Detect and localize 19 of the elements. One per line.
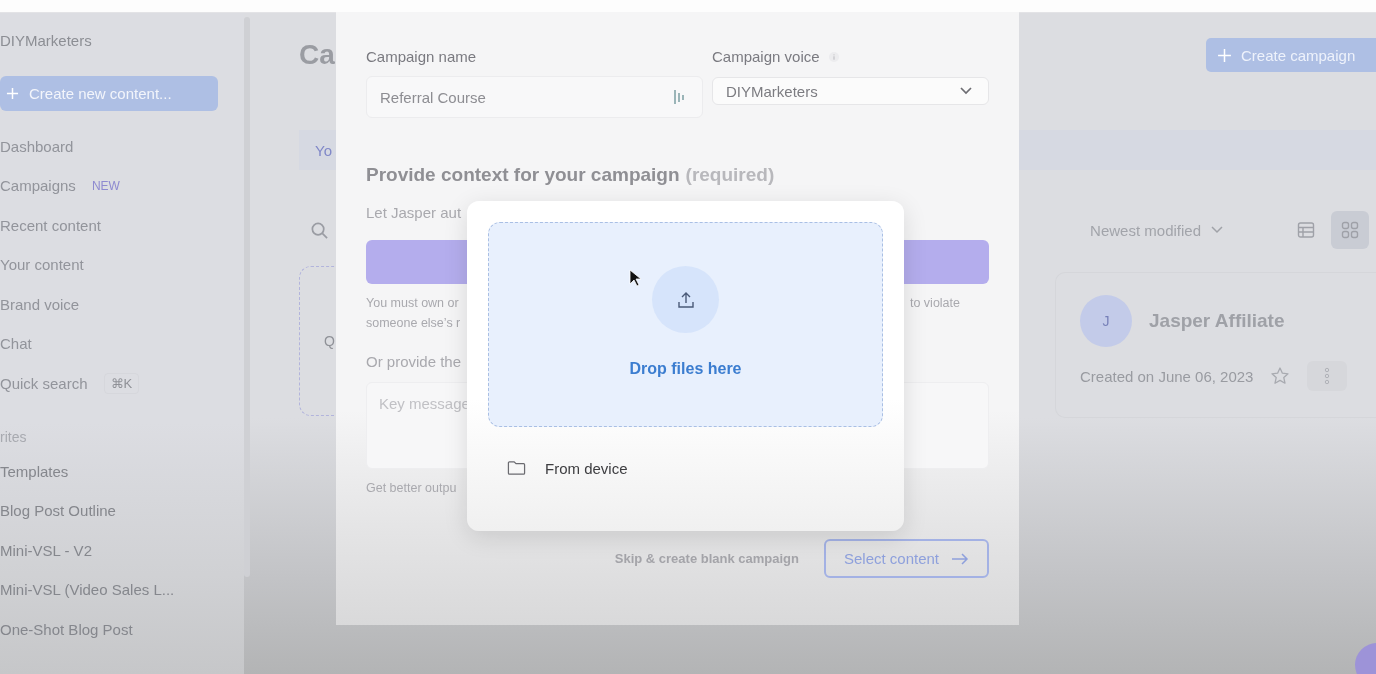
notice-text: someone else’s r <box>366 315 461 331</box>
field-label: Campaign name <box>366 48 478 66</box>
section-heading: Provide context for your campaign <box>366 164 680 186</box>
new-label: NEW <box>91 179 120 194</box>
notice-text: You must own or <box>366 295 459 311</box>
drop-text: Drop files here <box>629 360 742 378</box>
created-date: Created on June 06, 2023 <box>1080 367 1254 385</box>
shortcut-key: ⌘K <box>103 373 140 395</box>
field-label: Campaign voice <box>712 48 820 66</box>
page-title: Ca <box>299 39 335 71</box>
notice-text: to violate <box>909 295 960 311</box>
intro-text: Let Jasper aut <box>366 204 462 221</box>
required-note: (required) <box>685 164 775 186</box>
campaign-name: Jasper Affiliate <box>1149 310 1285 332</box>
card-text: Q <box>324 333 335 349</box>
workspace-name: DIYMarketers <box>0 32 93 50</box>
field-label: Or provide the <box>366 353 462 370</box>
hint-text: Get better outpu <box>366 480 457 496</box>
avatar: J <box>1080 295 1132 347</box>
